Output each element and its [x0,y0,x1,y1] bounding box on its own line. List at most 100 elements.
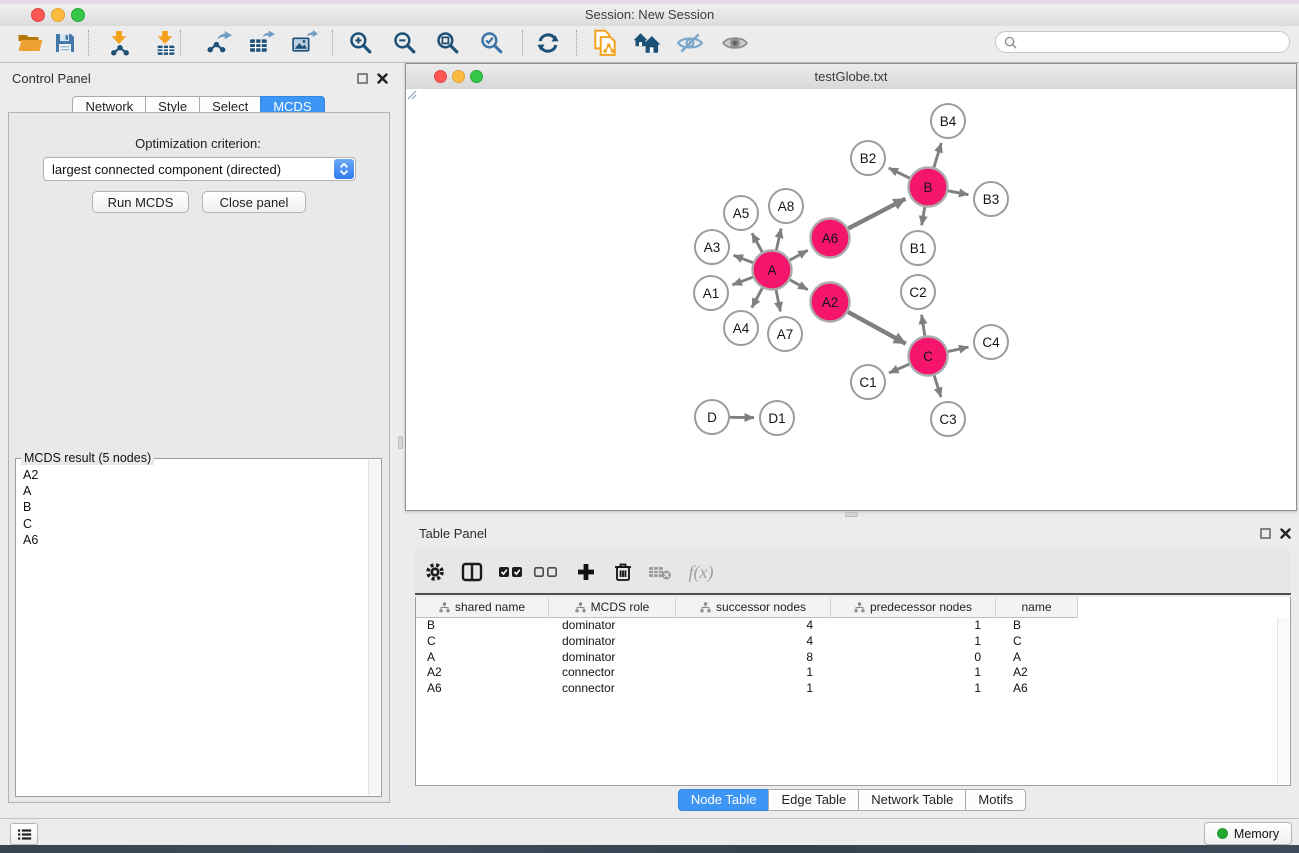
edge-A-A4[interactable] [752,288,763,308]
table-row[interactable]: Cdominator41C [416,634,1290,650]
add-row-button[interactable] [570,556,602,588]
column-header-name[interactable]: name [996,597,1078,618]
edge-A-A7[interactable] [776,290,780,311]
graph-node-B3[interactable]: B3 [974,182,1008,216]
edge-C-C1[interactable] [889,364,909,373]
tab-motifs[interactable]: Motifs [965,789,1026,811]
first-neighbors-button[interactable] [632,28,662,58]
graph-node-A2[interactable]: A2 [811,283,850,322]
column-header-shared-name[interactable]: shared name [416,597,549,618]
new-network-from-selection-button[interactable] [590,28,620,58]
table-row[interactable]: Adominator80A [416,650,1290,666]
table-scrollbar[interactable] [1277,618,1289,784]
table-panel-close-button[interactable] [1279,527,1292,540]
table-row[interactable]: A2connector11A2 [416,665,1290,681]
graph-node-A3[interactable]: A3 [695,230,729,264]
resize-grip-icon[interactable] [406,89,417,100]
control-panel-close-button[interactable] [376,72,389,85]
column-header-mcds-role[interactable]: MCDS role [549,597,676,618]
memory-button[interactable]: Memory [1204,822,1292,845]
export-network-button[interactable] [203,28,233,58]
save-session-button[interactable] [50,28,80,58]
graph-node-A6[interactable]: A6 [811,219,850,258]
vertical-splitter-handle[interactable] [398,436,403,449]
graph-node-A8[interactable]: A8 [769,189,803,223]
show-all-button[interactable] [720,28,750,58]
export-table-button[interactable] [246,28,276,58]
graph-node-B2[interactable]: B2 [851,141,885,175]
network-canvas[interactable]: A A1 A2 A3 A4 A5 A6 A7 A8 B B1 B2 B3 B4 C C1 C2 C3 C4 D D1 [406,89,1296,510]
show-panels-button[interactable] [10,823,38,845]
import-table-button[interactable] [151,28,181,58]
graph-node-D[interactable]: D [695,400,729,434]
column-header-successor-nodes[interactable]: successor nodes [676,597,831,618]
criterion-select[interactable]: largest connected component (directed) [43,157,356,181]
graph-node-C4[interactable]: C4 [974,325,1008,359]
graph-node-A1[interactable]: A1 [694,276,728,310]
tab-edge-table[interactable]: Edge Table [768,789,859,811]
deselect-all-button[interactable] [530,556,562,588]
zoom-in-button[interactable] [346,28,376,58]
edge-C-C3[interactable] [934,376,941,398]
edge-B-B3[interactable] [948,191,968,195]
select-all-button[interactable] [495,556,527,588]
table-row[interactable]: Bdominator41B [416,618,1290,634]
delete-table-button[interactable] [644,556,676,588]
graph-node-C3[interactable]: C3 [931,402,965,436]
graph-node-A5[interactable]: A5 [724,196,758,230]
tab-node-table[interactable]: Node Table [678,789,770,811]
graph-node-C[interactable]: C [909,337,948,376]
graph-node-B4[interactable]: B4 [931,104,965,138]
edge-A6-B[interactable] [848,199,905,229]
edge-A-A6[interactable] [790,250,808,260]
result-item[interactable]: A2 [17,467,369,483]
graph-node-A[interactable]: A [753,251,792,290]
export-image-button[interactable] [289,28,319,58]
column-visibility-button[interactable] [456,556,488,588]
column-header-predecessor-nodes[interactable]: predecessor nodes [831,597,996,618]
graph-node-C1[interactable]: C1 [851,365,885,399]
edge-A-A5[interactable] [752,233,762,252]
function-builder-button[interactable]: f(x) [680,556,722,588]
horizontal-splitter-handle[interactable] [845,512,858,517]
graph-node-A7[interactable]: A7 [768,317,802,351]
open-file-button[interactable] [15,28,45,58]
network-zoom-button[interactable] [470,70,483,83]
edge-A-A3[interactable] [734,255,753,263]
edge-A-A8[interactable] [776,229,781,251]
edge-C-C4[interactable] [948,347,969,352]
edge-A-A2[interactable] [790,280,808,290]
hide-selected-button[interactable] [675,28,705,58]
run-mcds-button[interactable]: Run MCDS [92,191,189,213]
search-input[interactable] [1022,34,1289,50]
result-item[interactable]: C [17,516,369,532]
edge-B-B2[interactable] [889,168,910,178]
edge-A-A1[interactable] [733,277,753,285]
network-minimize-button[interactable] [452,70,465,83]
edge-B-B4[interactable] [934,143,941,167]
zoom-fit-button[interactable] [433,28,463,58]
search-field[interactable] [995,31,1290,53]
import-network-button[interactable] [105,28,135,58]
graph-node-B1[interactable]: B1 [901,231,935,265]
result-item[interactable]: A [17,483,369,499]
result-item[interactable]: A6 [17,532,369,548]
graph-node-B[interactable]: B [909,168,948,207]
network-close-button[interactable] [434,70,447,83]
tab-network-table[interactable]: Network Table [858,789,966,811]
delete-row-button[interactable] [607,556,639,588]
result-scrollbar[interactable] [368,460,380,795]
graph-node-A4[interactable]: A4 [724,311,758,345]
control-panel-float-button[interactable] [356,72,369,85]
zoom-out-button[interactable] [390,28,420,58]
graph-node-D1[interactable]: D1 [760,401,794,435]
table-row[interactable]: A6connector11A6 [416,681,1290,697]
zoom-selected-button[interactable] [477,28,507,58]
table-panel-float-button[interactable] [1259,527,1272,540]
refresh-view-button[interactable] [533,28,563,58]
table-settings-button[interactable] [419,556,451,588]
edge-B-B1[interactable] [922,207,925,225]
graph-node-C2[interactable]: C2 [901,275,935,309]
edge-C-C2[interactable] [922,315,925,336]
edge-A2-C[interactable] [848,312,906,344]
